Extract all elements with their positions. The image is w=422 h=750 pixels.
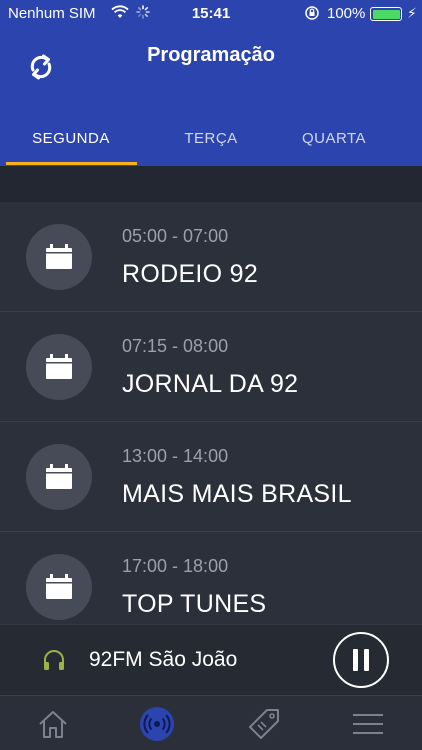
- station-name: 92FM São João: [89, 648, 238, 671]
- day-tabs: SEGUNDA TERÇA QUARTA: [0, 110, 422, 166]
- list-item[interactable]: 05:00 - 07:00 RODEIO 92: [0, 202, 422, 312]
- program-name: TOP TUNES: [122, 590, 267, 618]
- program-time: 13:00 - 14:00: [122, 446, 229, 466]
- calendar-icon: [26, 554, 92, 620]
- battery-percentage: 100%: [327, 5, 366, 22]
- active-tab-indicator: [6, 162, 137, 165]
- program-time: 07:15 - 08:00: [122, 336, 229, 356]
- bottom-nav: [0, 695, 422, 750]
- home-icon[interactable]: [33, 704, 73, 744]
- program-list[interactable]: 05:00 - 07:00 RODEIO 92 07:15 - 08:00 JO…: [0, 202, 422, 624]
- headphones-icon: [42, 649, 66, 671]
- tag-icon[interactable]: [244, 704, 284, 744]
- program-name: JORNAL DA 92: [122, 370, 299, 398]
- list-item[interactable]: 17:00 - 18:00 TOP TUNES: [0, 532, 422, 624]
- tab-terca[interactable]: TERÇA: [141, 110, 281, 166]
- list-item[interactable]: 07:15 - 08:00 JORNAL DA 92: [0, 312, 422, 422]
- status-bar: Nenhum SIM 15:41 100% ⚡: [0, 0, 422, 28]
- list-header-spacer: [0, 166, 422, 202]
- header: Programação: [0, 28, 422, 110]
- calendar-icon: [26, 224, 92, 290]
- tab-quarta[interactable]: QUARTA: [264, 110, 404, 166]
- mini-player[interactable]: 92FM São João: [0, 624, 422, 695]
- program-time: 17:00 - 18:00: [122, 556, 229, 576]
- battery-icon: [370, 7, 402, 21]
- program-name: MAIS MAIS BRASIL: [122, 480, 352, 508]
- tab-segunda[interactable]: SEGUNDA: [1, 110, 141, 166]
- radio-icon[interactable]: [137, 704, 177, 744]
- page-title: Programação: [147, 44, 275, 66]
- calendar-icon: [26, 444, 92, 510]
- program-time: 05:00 - 07:00: [122, 226, 229, 246]
- orientation-lock-icon: [304, 5, 320, 25]
- calendar-icon: [26, 334, 92, 400]
- program-name: RODEIO 92: [122, 260, 259, 288]
- pause-button[interactable]: [333, 632, 389, 688]
- charging-icon: ⚡: [407, 5, 417, 21]
- menu-icon[interactable]: [348, 704, 388, 744]
- list-item[interactable]: 13:00 - 14:00 MAIS MAIS BRASIL: [0, 422, 422, 532]
